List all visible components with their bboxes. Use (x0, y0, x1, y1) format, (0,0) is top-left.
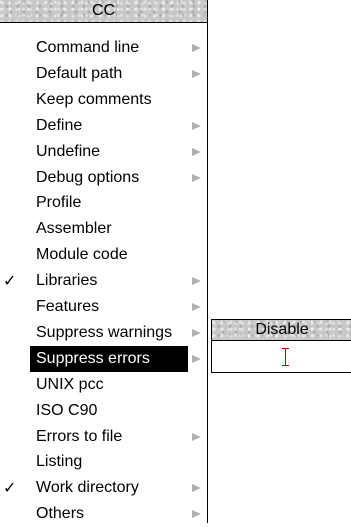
disable-input-field[interactable] (212, 341, 351, 372)
menu-item-label: Profile (36, 194, 82, 211)
menu-item-label: Undefine (36, 143, 101, 160)
submenu-arrow-icon[interactable] (192, 484, 201, 492)
menu-item-iso-c90[interactable]: ISO C90 (0, 398, 207, 424)
menu-item-others[interactable]: Others (0, 501, 207, 527)
menu-item-command-line[interactable]: Command line (0, 35, 207, 61)
menu-item-label: UNIX pcc (36, 376, 104, 393)
submenu-arrow-icon[interactable] (192, 303, 201, 311)
menu-item-label: Features (36, 298, 100, 315)
menu-item-label: Listing (36, 453, 83, 470)
menu-item-label: Define (36, 117, 83, 134)
tick-icon: ✓ (3, 271, 17, 290)
submenu-arrow-icon[interactable] (192, 329, 201, 337)
menu-item-label: Assembler (36, 220, 112, 237)
menu-item-keep-comments[interactable]: Keep comments (0, 87, 207, 113)
menu-item-label: Command line (36, 39, 140, 56)
tick-icon: ✓ (3, 478, 17, 497)
submenu-arrow-icon[interactable] (192, 277, 201, 285)
menu-item-label: Keep comments (36, 91, 152, 108)
submenu-arrow-icon[interactable] (192, 148, 201, 156)
text-caret-icon (282, 348, 289, 366)
submenu-arrow-icon[interactable] (192, 174, 201, 182)
submenu-arrow-icon[interactable] (192, 355, 201, 363)
menu-item-label: Work directory (36, 479, 139, 496)
submenu-arrow-icon[interactable] (192, 433, 201, 441)
menu-item-label: ISO C90 (36, 402, 98, 419)
menu-item-label: Debug options (36, 169, 140, 186)
menu-item-assembler[interactable]: Assembler (0, 216, 207, 242)
menu-item-profile[interactable]: Profile (0, 190, 207, 216)
menu-item-label: Libraries (36, 272, 98, 289)
submenu-arrow-icon[interactable] (192, 122, 201, 130)
menu-item-label: Suppress warnings (36, 324, 173, 341)
menu-item-work-directory[interactable]: ✓ Work directory (0, 475, 207, 501)
menu-item-label: Others (36, 505, 85, 522)
menu-item-unix-pcc[interactable]: UNIX pcc (0, 372, 207, 398)
menu-item-default-path[interactable]: Default path (0, 61, 207, 87)
menu-item-libraries[interactable]: ✓ Libraries (0, 268, 207, 294)
menu-item-label: Errors to file (36, 428, 123, 445)
submenu-title: Disable (255, 321, 309, 338)
menu-item-features[interactable]: Features (0, 294, 207, 320)
disable-submenu: Disable (211, 319, 351, 373)
menu-item-errors-to-file[interactable]: Errors to file (0, 424, 207, 450)
menu-item-suppress-errors[interactable]: Suppress errors (0, 346, 207, 372)
submenu-arrow-icon[interactable] (192, 510, 201, 518)
menu-item-label: Default path (36, 65, 123, 82)
menu-title: CC (91, 2, 116, 19)
submenu-arrow-icon[interactable] (192, 44, 201, 52)
menu-title-bar[interactable]: CC (0, 0, 207, 23)
submenu-arrow-icon[interactable] (192, 70, 201, 78)
menu-item-label: Suppress errors (36, 350, 150, 367)
menu-item-define[interactable]: Define (0, 113, 207, 139)
cc-menu: CC Command line Default path Keep comments… (0, 0, 208, 523)
menu-item-debug-options[interactable]: Debug options (0, 165, 207, 191)
menu-item-label: Module code (36, 246, 128, 263)
menu-item-undefine[interactable]: Undefine (0, 139, 207, 165)
menu-item-suppress-warnings[interactable]: Suppress warnings (0, 320, 207, 346)
menu-item-listing[interactable]: Listing (0, 449, 207, 475)
submenu-title-bar[interactable]: Disable (212, 320, 351, 341)
menu-item-module-code[interactable]: Module code (0, 242, 207, 268)
